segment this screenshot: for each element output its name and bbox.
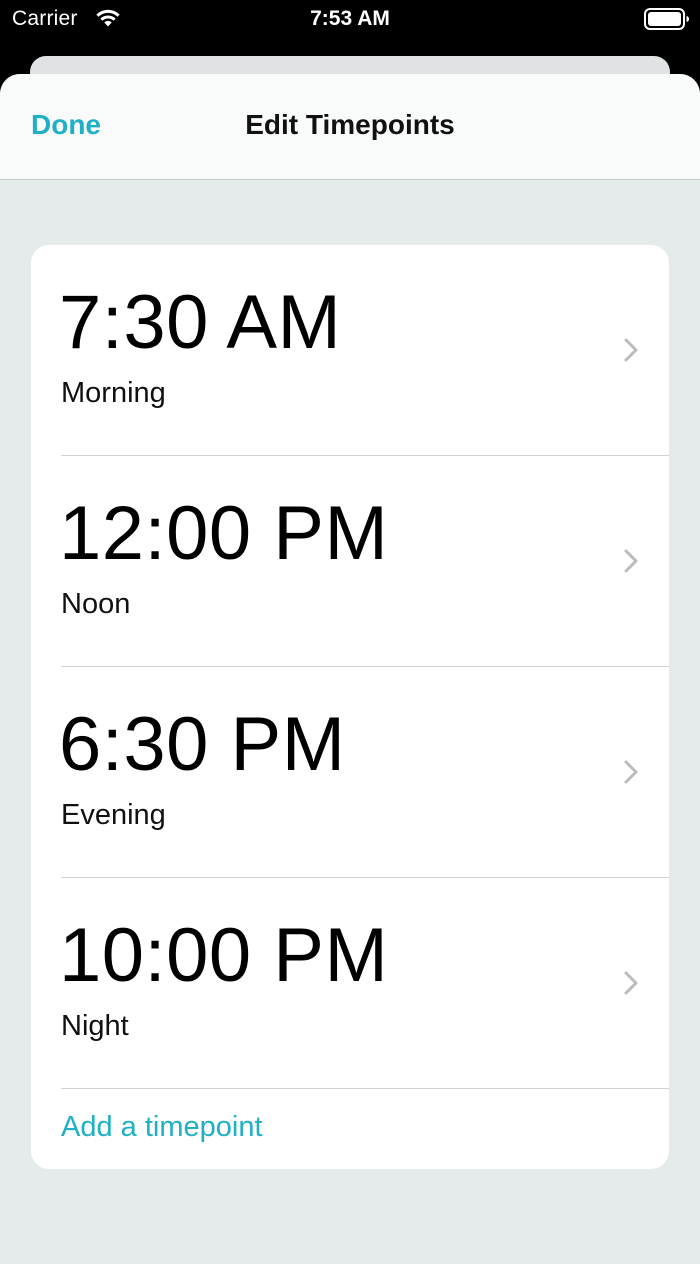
timepoints-list: 7:30 AM Morning 12:00 PM Noon 6:30 PM Ev… <box>31 245 669 1169</box>
timepoint-time: 12:00 PM <box>59 491 389 576</box>
timepoint-time: 10:00 PM <box>59 913 389 998</box>
timepoint-row[interactable]: 10:00 PM Night <box>31 878 669 1089</box>
chevron-right-icon <box>624 549 638 573</box>
timepoint-label: Noon <box>61 588 131 620</box>
timepoint-time: 7:30 AM <box>59 280 342 365</box>
chevron-right-icon <box>624 338 638 362</box>
timepoint-label: Night <box>61 1010 129 1042</box>
timepoint-label: Evening <box>61 799 166 831</box>
timepoint-row[interactable]: 7:30 AM Morning <box>31 245 669 456</box>
navigation-bar: Done Edit Timepoints <box>0 74 700 180</box>
page-title: Edit Timepoints <box>245 109 455 140</box>
timepoint-row[interactable]: 12:00 PM Noon <box>31 456 669 667</box>
timepoint-label: Morning <box>61 377 166 409</box>
chevron-right-icon <box>624 760 638 784</box>
battery-full-icon <box>644 8 689 30</box>
chevron-right-icon <box>624 971 638 995</box>
timepoint-time: 6:30 PM <box>59 702 346 787</box>
edit-timepoints-sheet: Done Edit Timepoints 7:30 AM Morning 12:… <box>0 74 700 1264</box>
add-timepoint-button[interactable]: Add a timepoint <box>61 1111 263 1144</box>
row-divider <box>61 1088 669 1089</box>
status-time: 7:53 AM <box>310 7 390 30</box>
status-bar: Carrier 7:53 AM <box>0 0 700 40</box>
timepoint-row[interactable]: 6:30 PM Evening <box>31 667 669 878</box>
